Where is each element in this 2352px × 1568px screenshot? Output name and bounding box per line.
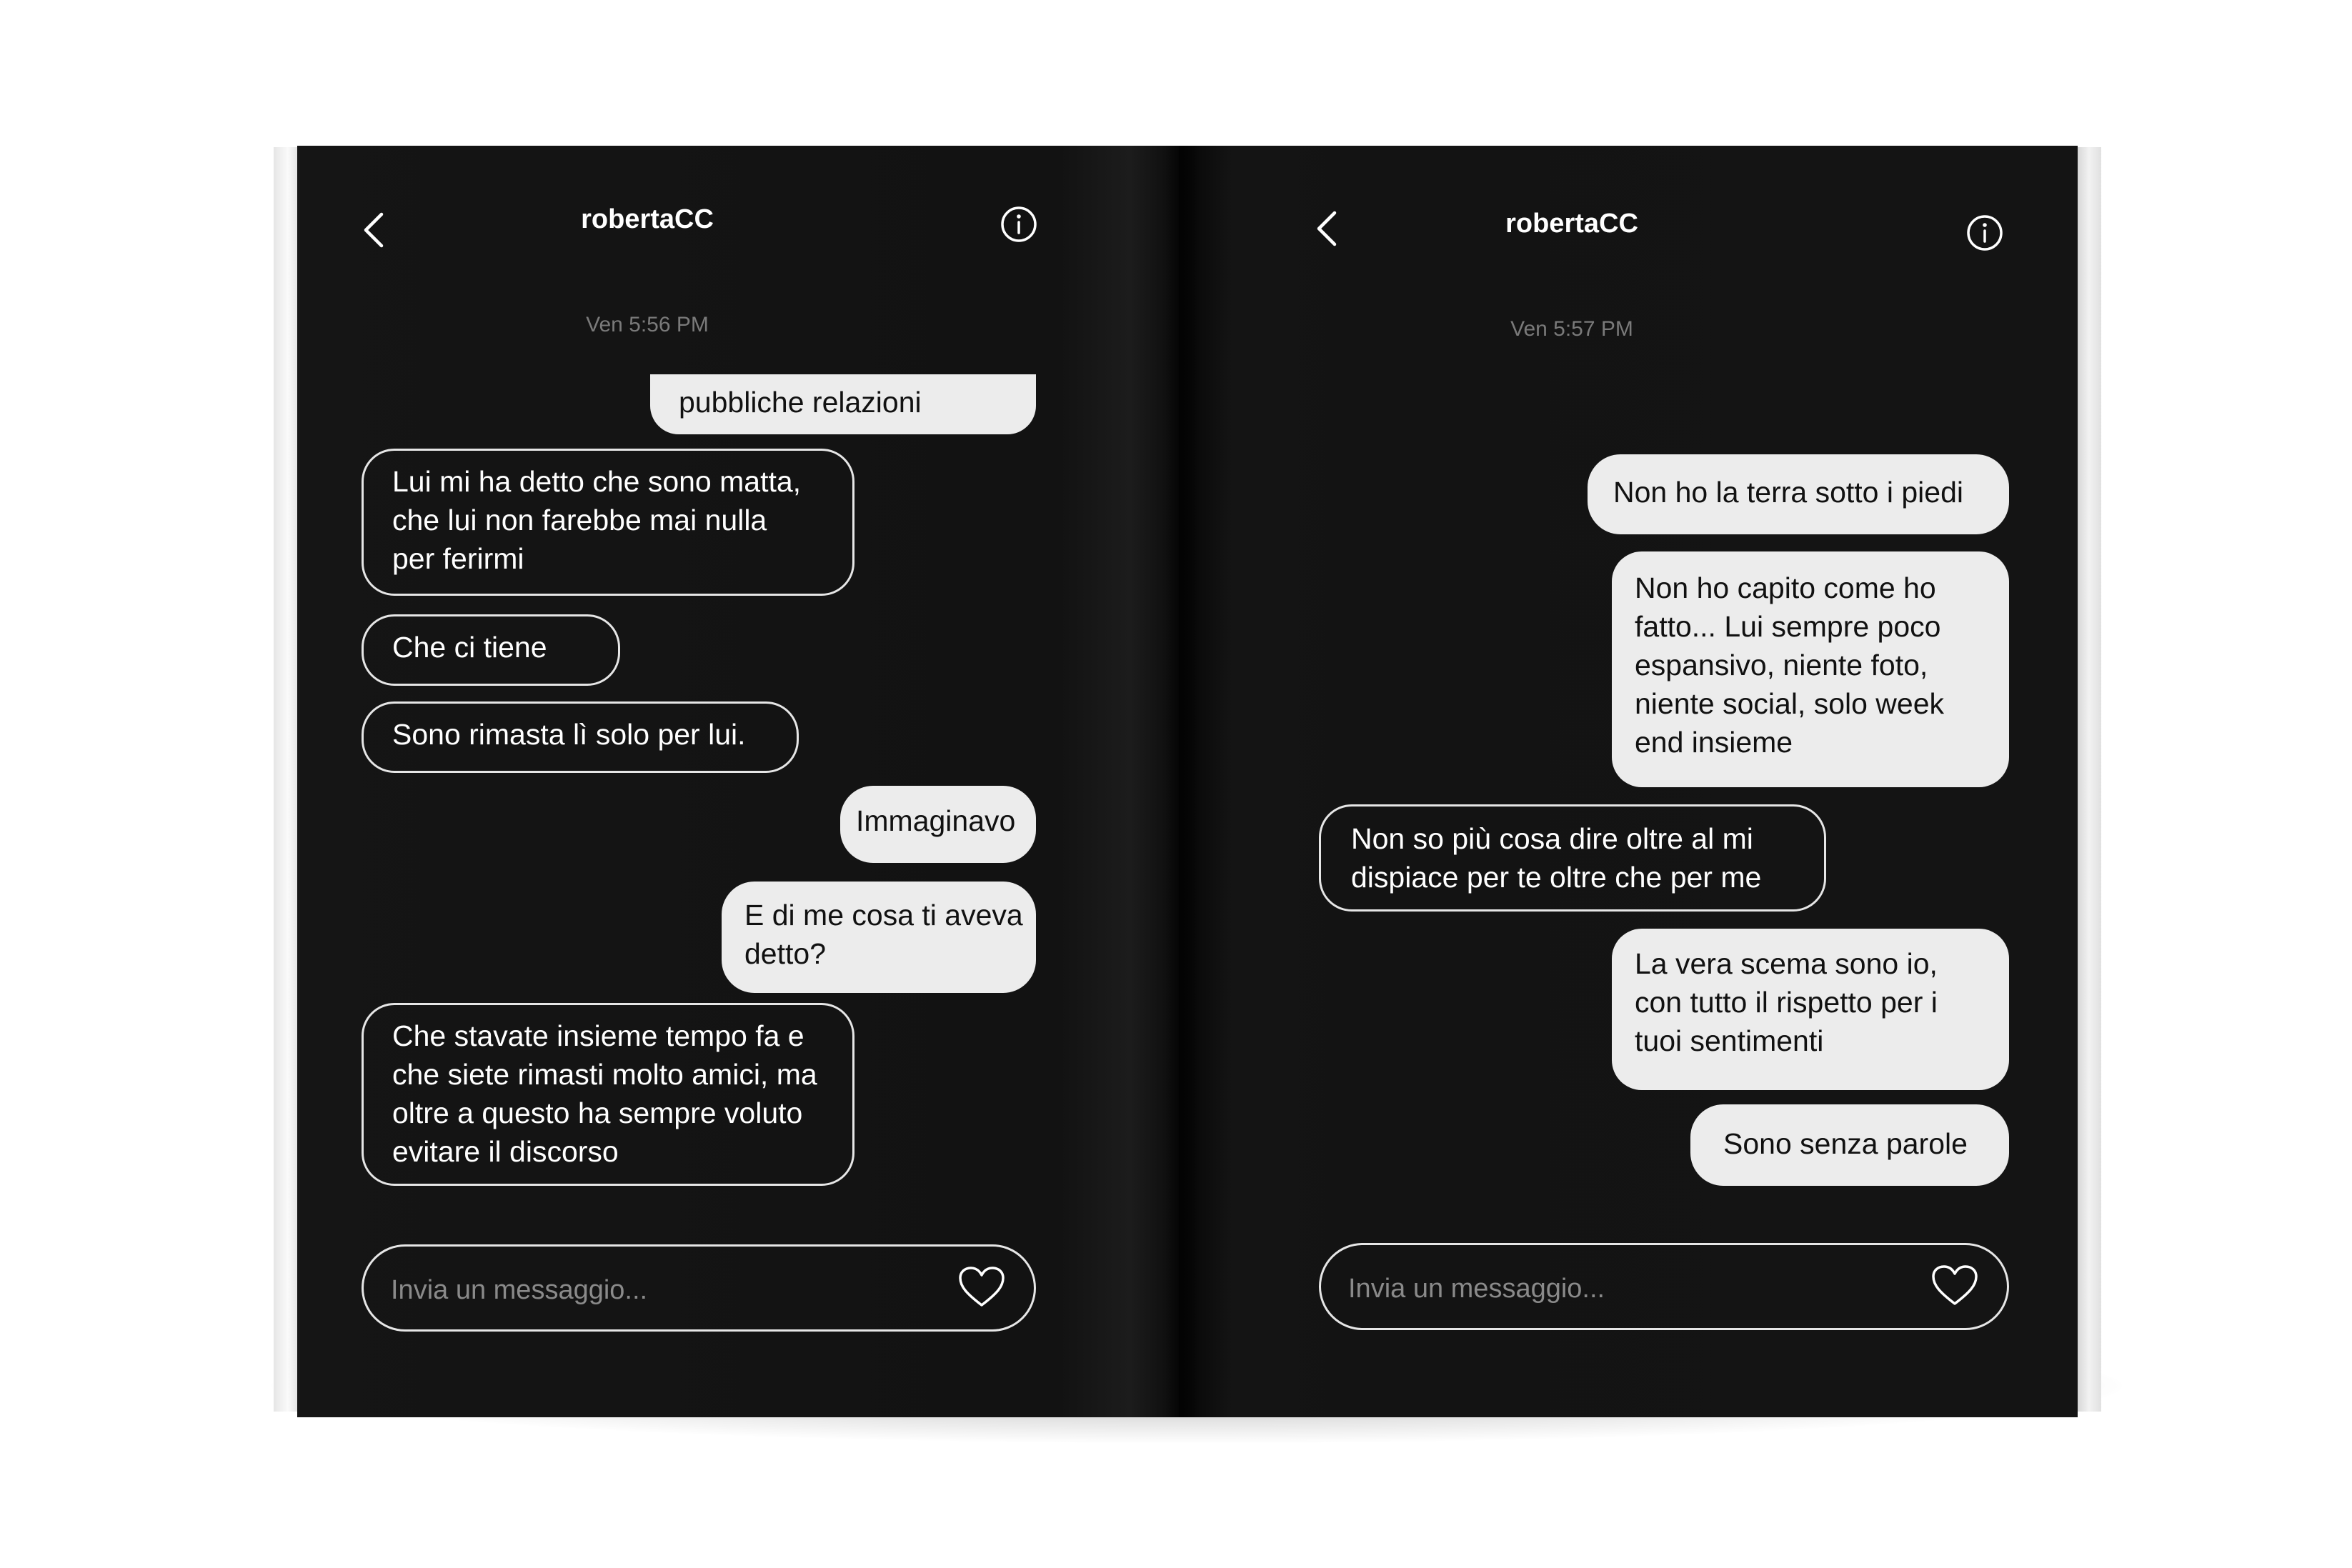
message-timestamp: Ven 5:57 PM [1510,317,1633,341]
chat-title: robertaCC [1505,209,1638,239]
book-spine [1165,146,1200,1417]
message-line: Che ci tiene [392,631,547,664]
right-page: robertaCC Ven 5:57 PM Non ho la terra so… [1179,146,2078,1417]
message-line: Immaginavo [856,804,1016,837]
outgoing-message[interactable]: Non ho capito come ho fatto... Lui sempr… [1612,551,2009,787]
incoming-message[interactable]: Che stavate insieme tempo fa e che siete… [362,1003,854,1186]
message-line: evitare il discorso [392,1135,619,1168]
incoming-message[interactable]: Che ci tiene [362,614,620,686]
message-line: per ferirmi [392,542,524,575]
message-line: Lui mi ha detto che sono matta, [392,465,802,498]
message-line: espansivo, niente foto, [1635,649,1928,681]
message-line: dispiace per te oltre che per me [1351,861,1762,894]
incoming-message[interactable]: Lui mi ha detto che sono matta, che lui … [362,449,854,596]
message-line: Sono rimasta lì solo per lui. [392,718,746,751]
chevron-left-icon [364,212,384,248]
heart-icon [1932,1265,1978,1305]
message-line: con tutto il rispetto per i [1635,986,1938,1019]
message-timestamp: Ven 5:56 PM [586,313,709,336]
outgoing-message[interactable]: Immaginavo [840,786,1036,863]
left-page: robertaCC Ven 5:56 PM pubbliche relazion… [297,146,1183,1417]
back-button[interactable] [359,210,390,254]
chat-title: robertaCC [581,204,714,234]
message-line: pubbliche relazioni [679,386,922,419]
message-line: tuoi sentimenti [1635,1024,1824,1057]
message-line: Sono senza parole [1723,1127,1968,1160]
message-line: Non so più cosa dire oltre al mi [1351,822,1753,855]
info-circle-icon [1001,206,1037,242]
outgoing-message[interactable]: Sono senza parole [1690,1104,2009,1186]
message-composer [362,1244,1036,1332]
message-line: E di me cosa ti aveva [744,899,1023,932]
info-circle-icon [1967,215,2003,251]
info-button[interactable] [1965,213,2005,256]
right-page-edge [2074,147,2101,1412]
outgoing-message[interactable]: La vera scema sono io, con tutto il risp… [1612,929,2009,1090]
message-line: Non ho capito come ho [1635,571,1936,604]
like-button[interactable] [1930,1264,1980,1312]
message-line: oltre a questo ha sempre voluto [392,1097,803,1129]
back-button[interactable] [1312,209,1343,252]
info-button[interactable] [999,204,1039,248]
incoming-message[interactable]: Sono rimasta lì solo per lui. [362,701,799,773]
message-line: end insieme [1635,726,1793,759]
message-line: che siete rimasti molto amici, ma [392,1058,817,1091]
message-line: niente social, solo week [1635,687,1945,720]
message-line: fatto... Lui sempre poco [1635,610,1941,643]
like-button[interactable] [957,1265,1007,1313]
message-line: La vera scema sono io, [1635,947,1938,980]
message-input[interactable] [389,1268,935,1312]
chevron-left-icon [1317,211,1337,246]
outgoing-message[interactable]: pubbliche relazioni [650,374,1036,434]
message-composer [1319,1243,2009,1330]
message-line: Non ho la terra sotto i piedi [1613,476,1963,509]
message-line: detto? [744,937,826,970]
outgoing-message[interactable]: E di me cosa ti aveva detto? [722,882,1036,993]
incoming-message[interactable]: Non so più cosa dire oltre al mi dispiac… [1319,804,1826,912]
heart-icon [959,1267,1005,1307]
message-line: che lui non farebbe mai nulla [392,504,767,536]
outgoing-message[interactable]: Non ho la terra sotto i piedi [1588,454,2009,534]
message-line: Che stavate insieme tempo fa e [392,1019,804,1052]
message-input[interactable] [1347,1267,1893,1311]
